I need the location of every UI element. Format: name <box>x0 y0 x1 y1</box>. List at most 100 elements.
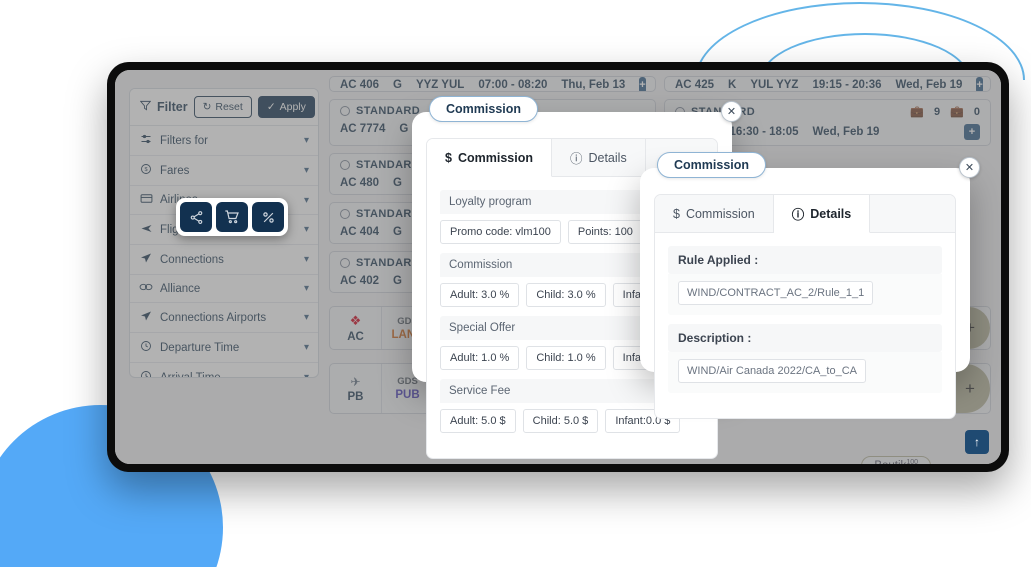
boutik-label: Boutik <box>874 460 906 464</box>
filter-row-label: Connections <box>160 253 224 266</box>
dollar-icon: $ <box>673 206 680 221</box>
carrier-code: AC <box>347 331 364 343</box>
filter-row-label: Alliance <box>160 282 201 295</box>
filter-panel-header: Filter ↻ Reset ✓ Apply <box>130 89 318 126</box>
filter-row-alliance[interactable]: Alliance ▾ <box>130 275 318 303</box>
apply-button[interactable]: ✓ Apply <box>257 96 315 118</box>
add-flight-button[interactable]: + <box>976 77 983 91</box>
plane-icon <box>139 222 153 237</box>
chevron-down-icon[interactable]: ▾ <box>304 312 309 323</box>
chevron-down-icon[interactable]: ▾ <box>304 372 309 377</box>
results-row-top: AC 406 G YYZ YUL 07:00 - 08:20 Thu, Feb … <box>329 76 991 92</box>
tab-details[interactable]: ⓘ Details <box>552 139 646 176</box>
times: 16:30 - 18:05 <box>729 126 799 138</box>
filter-row-departure-time[interactable]: Departure Time ▾ <box>130 333 318 363</box>
filter-row-connections[interactable]: Connections ▾ <box>130 245 318 275</box>
cabin-code: G <box>399 123 409 135</box>
funnel-icon <box>138 100 152 114</box>
commission-chip: Points: 100 <box>567 220 643 244</box>
commission-chip: Promo code: vlm100 <box>440 220 561 244</box>
details-field-value[interactable]: WIND/CONTRACT_AC_2/Rule_1_1 <box>678 281 874 305</box>
source-value: PUB <box>395 389 420 401</box>
cart-icon-button[interactable] <box>216 202 248 232</box>
close-icon[interactable]: ✕ <box>959 157 980 178</box>
filter-row-arrival-time[interactable]: Arrival Time ▾ <box>130 363 318 377</box>
info-circle-icon: ⓘ <box>569 152 583 166</box>
filter-row-connections-airports[interactable]: Connections Airports ▾ <box>130 303 318 333</box>
route: YYZ YUL <box>415 79 465 91</box>
commission-chip: Adult: 3.0 % <box>440 283 520 307</box>
select-radio[interactable] <box>340 209 350 219</box>
details-field-wrap: WIND/CONTRACT_AC_2/Rule_1_1 <box>668 274 942 315</box>
chevron-down-icon[interactable]: ▾ <box>304 195 309 206</box>
clock-icon <box>139 370 153 377</box>
chevron-down-icon[interactable]: ▾ <box>304 254 309 265</box>
fare-status-label: STANDARD <box>356 105 421 117</box>
details-field: Rule Applied : WIND/CONTRACT_AC_2/Rule_1_… <box>668 246 942 315</box>
details-field: Description : WIND/Air Canada 2022/CA_to_… <box>668 324 942 393</box>
details-modal: Commission ✕ $ Commission ⓘ Details Rule… <box>640 152 980 419</box>
details-field-label: Description : <box>668 324 942 352</box>
date: Thu, Feb 13 <box>561 79 626 91</box>
fare-status-label: STANDARD <box>356 257 421 269</box>
tab-details[interactable]: ⓘ Details <box>773 195 871 233</box>
percent-icon-button[interactable] <box>252 202 284 232</box>
flight-number: AC 402 <box>340 275 379 287</box>
fare-status-label: STANDARD <box>356 159 421 171</box>
date: Wed, Feb 19 <box>895 79 963 91</box>
commission-chip: Child: 3.0 % <box>526 283 606 307</box>
chevron-down-icon[interactable]: ▾ <box>304 135 309 146</box>
share-icon-button[interactable] <box>180 202 212 232</box>
close-icon[interactable]: ✕ <box>721 101 742 122</box>
floating-action-toolbar <box>176 198 288 236</box>
select-radio[interactable] <box>340 258 350 268</box>
filter-row-label: Fares <box>160 164 190 177</box>
scroll-to-top-button[interactable]: ↑ <box>965 430 989 454</box>
chevron-down-icon[interactable]: ▾ <box>304 342 309 353</box>
route: YUL YYZ <box>750 79 799 91</box>
carrier-cell: ❖ AC <box>330 307 382 349</box>
carry-on-count: 0 <box>973 105 980 118</box>
flight-card-cut-right[interactable]: AC 425 K YUL YYZ 19:15 - 20:36 Wed, Feb … <box>664 76 991 92</box>
fare-status: STANDARD <box>340 257 420 269</box>
commission-modal-tag: Commission <box>429 96 539 122</box>
details-modal-body: $ Commission ⓘ Details Rule Applied : WIN… <box>654 194 956 419</box>
screenshot-stage: Filter ↻ Reset ✓ Apply Filters for ▾ $ Fare… <box>0 0 1031 567</box>
refresh-icon: ↻ <box>202 101 212 113</box>
details-field-label: Rule Applied : <box>668 246 942 274</box>
chevron-down-icon[interactable]: ▾ <box>304 224 309 235</box>
carrier-cell: ✈ PB <box>330 364 382 413</box>
commission-chip: Child: 1.0 % <box>526 346 606 370</box>
arrow-up-icon: ↑ <box>974 435 980 449</box>
select-radio[interactable] <box>340 160 350 170</box>
flight-card-cut-left[interactable]: AC 406 G YYZ YUL 07:00 - 08:20 Thu, Feb … <box>329 76 656 92</box>
tab-details-label: Details <box>588 150 627 165</box>
add-flight-button[interactable]: + <box>964 124 980 140</box>
paper-plane-icon <box>139 252 153 267</box>
filter-row-fares[interactable]: $ Fares ▾ <box>130 156 318 186</box>
sliders-icon <box>139 133 153 148</box>
filter-row-filters-for[interactable]: Filters for ▾ <box>130 126 318 156</box>
details-field-value[interactable]: WIND/Air Canada 2022/CA_to_CA <box>678 359 866 383</box>
tab-commission[interactable]: $ Commission <box>655 195 774 232</box>
chevron-down-icon[interactable]: ▾ <box>304 283 309 294</box>
tab-details-label: Details <box>810 206 852 221</box>
add-flight-button[interactable]: + <box>639 77 646 91</box>
boutik-sup: 100 <box>906 459 918 464</box>
flight-number: AC 480 <box>340 177 379 189</box>
details-fields: Rule Applied : WIND/CONTRACT_AC_2/Rule_1_… <box>655 233 955 418</box>
carry-on-icon: 💼 <box>950 106 964 118</box>
flight-number: AC 406 <box>340 79 379 91</box>
svg-text:$: $ <box>144 167 147 173</box>
chevron-down-icon[interactable]: ▾ <box>304 165 309 176</box>
checked-bag-icon: 💼 <box>910 106 925 118</box>
tab-commission-label: Commission <box>457 150 533 165</box>
cabin-code: G <box>393 79 402 91</box>
details-modal-tag: Commission <box>657 152 767 178</box>
select-radio[interactable] <box>340 106 350 116</box>
reset-label: Reset <box>215 101 243 113</box>
reset-button[interactable]: ↻ Reset <box>193 96 252 118</box>
tab-commission[interactable]: $ Commission <box>427 139 552 177</box>
times: 07:00 - 08:20 <box>478 79 548 91</box>
source-key: GDS <box>397 376 418 387</box>
